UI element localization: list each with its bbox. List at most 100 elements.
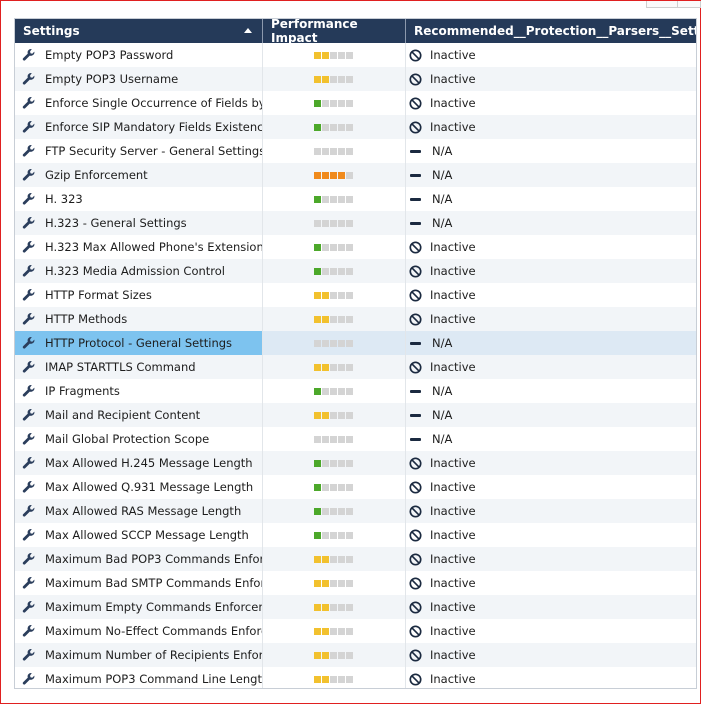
settings-cell[interactable]: Maximum No-Effect Commands Enforce... xyxy=(15,619,263,643)
inactive-icon xyxy=(409,312,422,326)
table-row[interactable]: FTP Security Server - General Settings N… xyxy=(15,139,696,163)
setting-name: HTTP Protocol - General Settings xyxy=(45,336,233,350)
table-row[interactable]: Enforce Single Occurrence of Fields by..… xyxy=(15,91,696,115)
profile-cell[interactable]: N/A xyxy=(406,379,696,403)
performance-impact-bar xyxy=(314,507,353,515)
table-row[interactable]: Max Allowed SCCP Message Length Inactive xyxy=(15,523,696,547)
profile-cell[interactable]: N/A xyxy=(406,211,696,235)
settings-cell[interactable]: Maximum Number of Recipients Enforc... xyxy=(15,643,263,667)
settings-cell[interactable]: Mail and Recipient Content xyxy=(15,403,263,427)
profile-cell[interactable]: Inactive xyxy=(406,283,696,307)
performance-segment xyxy=(322,219,329,227)
table-row[interactable]: HTTP Format Sizes Inactive xyxy=(15,283,696,307)
table-row[interactable]: H.323 - General Settings N/A xyxy=(15,211,696,235)
settings-cell[interactable]: H.323 - General Settings xyxy=(15,211,263,235)
table-row[interactable]: IMAP STARTTLS Command Inactive xyxy=(15,355,696,379)
profile-cell[interactable]: Inactive xyxy=(406,499,696,523)
profile-cell[interactable]: Inactive xyxy=(406,619,696,643)
table-row[interactable]: Maximum Number of Recipients Enforc... I… xyxy=(15,643,696,667)
profile-cell[interactable]: Inactive xyxy=(406,355,696,379)
profile-cell[interactable]: Inactive xyxy=(406,43,696,67)
settings-cell[interactable]: Maximum Bad POP3 Commands Enforc... xyxy=(15,547,263,571)
settings-cell[interactable]: Enforce Single Occurrence of Fields by..… xyxy=(15,91,263,115)
profile-cell[interactable]: Inactive xyxy=(406,235,696,259)
table-row[interactable]: Max Allowed H.245 Message Length Inactiv… xyxy=(15,451,696,475)
settings-cell[interactable]: Mail Global Protection Scope xyxy=(15,427,263,451)
settings-cell[interactable]: IMAP STARTTLS Command xyxy=(15,355,263,379)
profile-cell[interactable]: Inactive xyxy=(406,259,696,283)
profile-cell[interactable]: N/A xyxy=(406,427,696,451)
table-row[interactable]: H.323 Max Allowed Phone's Extension... I… xyxy=(15,235,696,259)
performance-segment xyxy=(314,411,321,419)
profile-cell[interactable]: Inactive xyxy=(406,91,696,115)
table-row[interactable]: Max Allowed Q.931 Message Length Inactiv… xyxy=(15,475,696,499)
profile-cell[interactable]: Inactive xyxy=(406,67,696,91)
table-row[interactable]: HTTP Protocol - General Settings N/A xyxy=(15,331,696,355)
inactive-icon xyxy=(409,576,422,590)
profile-cell[interactable]: Inactive xyxy=(406,667,696,688)
performance-segment xyxy=(322,675,329,683)
table-row[interactable]: Empty POP3 Username Inactive xyxy=(15,67,696,91)
wrench-icon xyxy=(22,288,35,301)
settings-cell[interactable]: Gzip Enforcement xyxy=(15,163,263,187)
profile-cell[interactable]: N/A xyxy=(406,163,696,187)
profile-cell[interactable]: N/A xyxy=(406,139,696,163)
profile-cell[interactable]: N/A xyxy=(406,187,696,211)
settings-cell[interactable]: Max Allowed H.245 Message Length xyxy=(15,451,263,475)
profile-cell[interactable]: N/A xyxy=(406,403,696,427)
table-row[interactable]: IP Fragments N/A xyxy=(15,379,696,403)
wrench-icon xyxy=(22,432,35,445)
settings-cell[interactable]: Maximum Empty Commands Enforcement xyxy=(15,595,263,619)
table-row[interactable]: Enforce SIP Mandatory Fields Existence I… xyxy=(15,115,696,139)
setting-name: Maximum Empty Commands Enforcement xyxy=(45,600,262,614)
dash-icon xyxy=(410,413,421,417)
settings-cell[interactable]: H. 323 xyxy=(15,187,263,211)
setting-name: Max Allowed SCCP Message Length xyxy=(45,528,249,542)
settings-cell[interactable]: Maximum Bad SMTP Commands Enforc... xyxy=(15,571,263,595)
settings-cell[interactable]: FTP Security Server - General Settings xyxy=(15,139,263,163)
table-row[interactable]: H.323 Media Admission Control Inactive xyxy=(15,259,696,283)
settings-cell[interactable]: Max Allowed SCCP Message Length xyxy=(15,523,263,547)
profile-cell[interactable]: Inactive xyxy=(406,643,696,667)
table-row[interactable]: Mail Global Protection Scope N/A xyxy=(15,427,696,451)
table-row[interactable]: Maximum No-Effect Commands Enforce... In… xyxy=(15,619,696,643)
table-row[interactable]: Gzip Enforcement N/A xyxy=(15,163,696,187)
table-row[interactable]: Maximum Empty Commands Enforcement Inact… xyxy=(15,595,696,619)
settings-cell[interactable]: H.323 Max Allowed Phone's Extension... xyxy=(15,235,263,259)
profile-cell[interactable]: Inactive xyxy=(406,571,696,595)
settings-cell[interactable]: Max Allowed RAS Message Length xyxy=(15,499,263,523)
settings-cell[interactable]: HTTP Methods xyxy=(15,307,263,331)
settings-cell[interactable]: IP Fragments xyxy=(15,379,263,403)
settings-cell[interactable]: Empty POP3 Username xyxy=(15,67,263,91)
profile-cell[interactable]: N/A xyxy=(406,331,696,355)
profile-cell[interactable]: Inactive xyxy=(406,307,696,331)
profile-cell[interactable]: Inactive xyxy=(406,547,696,571)
table-row[interactable]: Mail and Recipient Content N/A xyxy=(15,403,696,427)
settings-cell[interactable]: HTTP Protocol - General Settings xyxy=(15,331,263,355)
settings-cell[interactable]: Max Allowed Q.931 Message Length xyxy=(15,475,263,499)
settings-cell[interactable]: Maximum POP3 Command Line Length... xyxy=(15,667,263,688)
settings-cell[interactable]: Enforce SIP Mandatory Fields Existence xyxy=(15,115,263,139)
settings-cell[interactable]: Empty POP3 Password xyxy=(15,43,263,67)
table-row[interactable]: Maximum Bad SMTP Commands Enforc... Inac… xyxy=(15,571,696,595)
table-row[interactable]: Maximum Bad POP3 Commands Enforc... Inac… xyxy=(15,547,696,571)
column-header-profile[interactable]: Recommended__Protection__Parsers__Settin… xyxy=(406,19,696,43)
column-header-settings[interactable]: Settings xyxy=(15,19,263,43)
performance-cell xyxy=(263,595,406,619)
profile-cell[interactable]: Inactive xyxy=(406,523,696,547)
toolbar-fragment xyxy=(677,1,701,8)
table-row[interactable]: Empty POP3 Password Inactive xyxy=(15,43,696,67)
settings-cell[interactable]: HTTP Format Sizes xyxy=(15,283,263,307)
sort-ascending-icon[interactable] xyxy=(244,28,252,33)
table-row[interactable]: H. 323 N/A xyxy=(15,187,696,211)
profile-cell[interactable]: Inactive xyxy=(406,595,696,619)
table-row[interactable]: HTTP Methods Inactive xyxy=(15,307,696,331)
column-header-performance[interactable]: Performance Impact xyxy=(263,19,406,45)
profile-cell[interactable]: Inactive xyxy=(406,451,696,475)
profile-cell[interactable]: Inactive xyxy=(406,115,696,139)
profile-cell[interactable]: Inactive xyxy=(406,475,696,499)
performance-segment xyxy=(338,315,345,323)
table-row[interactable]: Max Allowed RAS Message Length Inactive xyxy=(15,499,696,523)
table-row[interactable]: Maximum POP3 Command Line Length... Inac… xyxy=(15,667,696,688)
settings-cell[interactable]: H.323 Media Admission Control xyxy=(15,259,263,283)
